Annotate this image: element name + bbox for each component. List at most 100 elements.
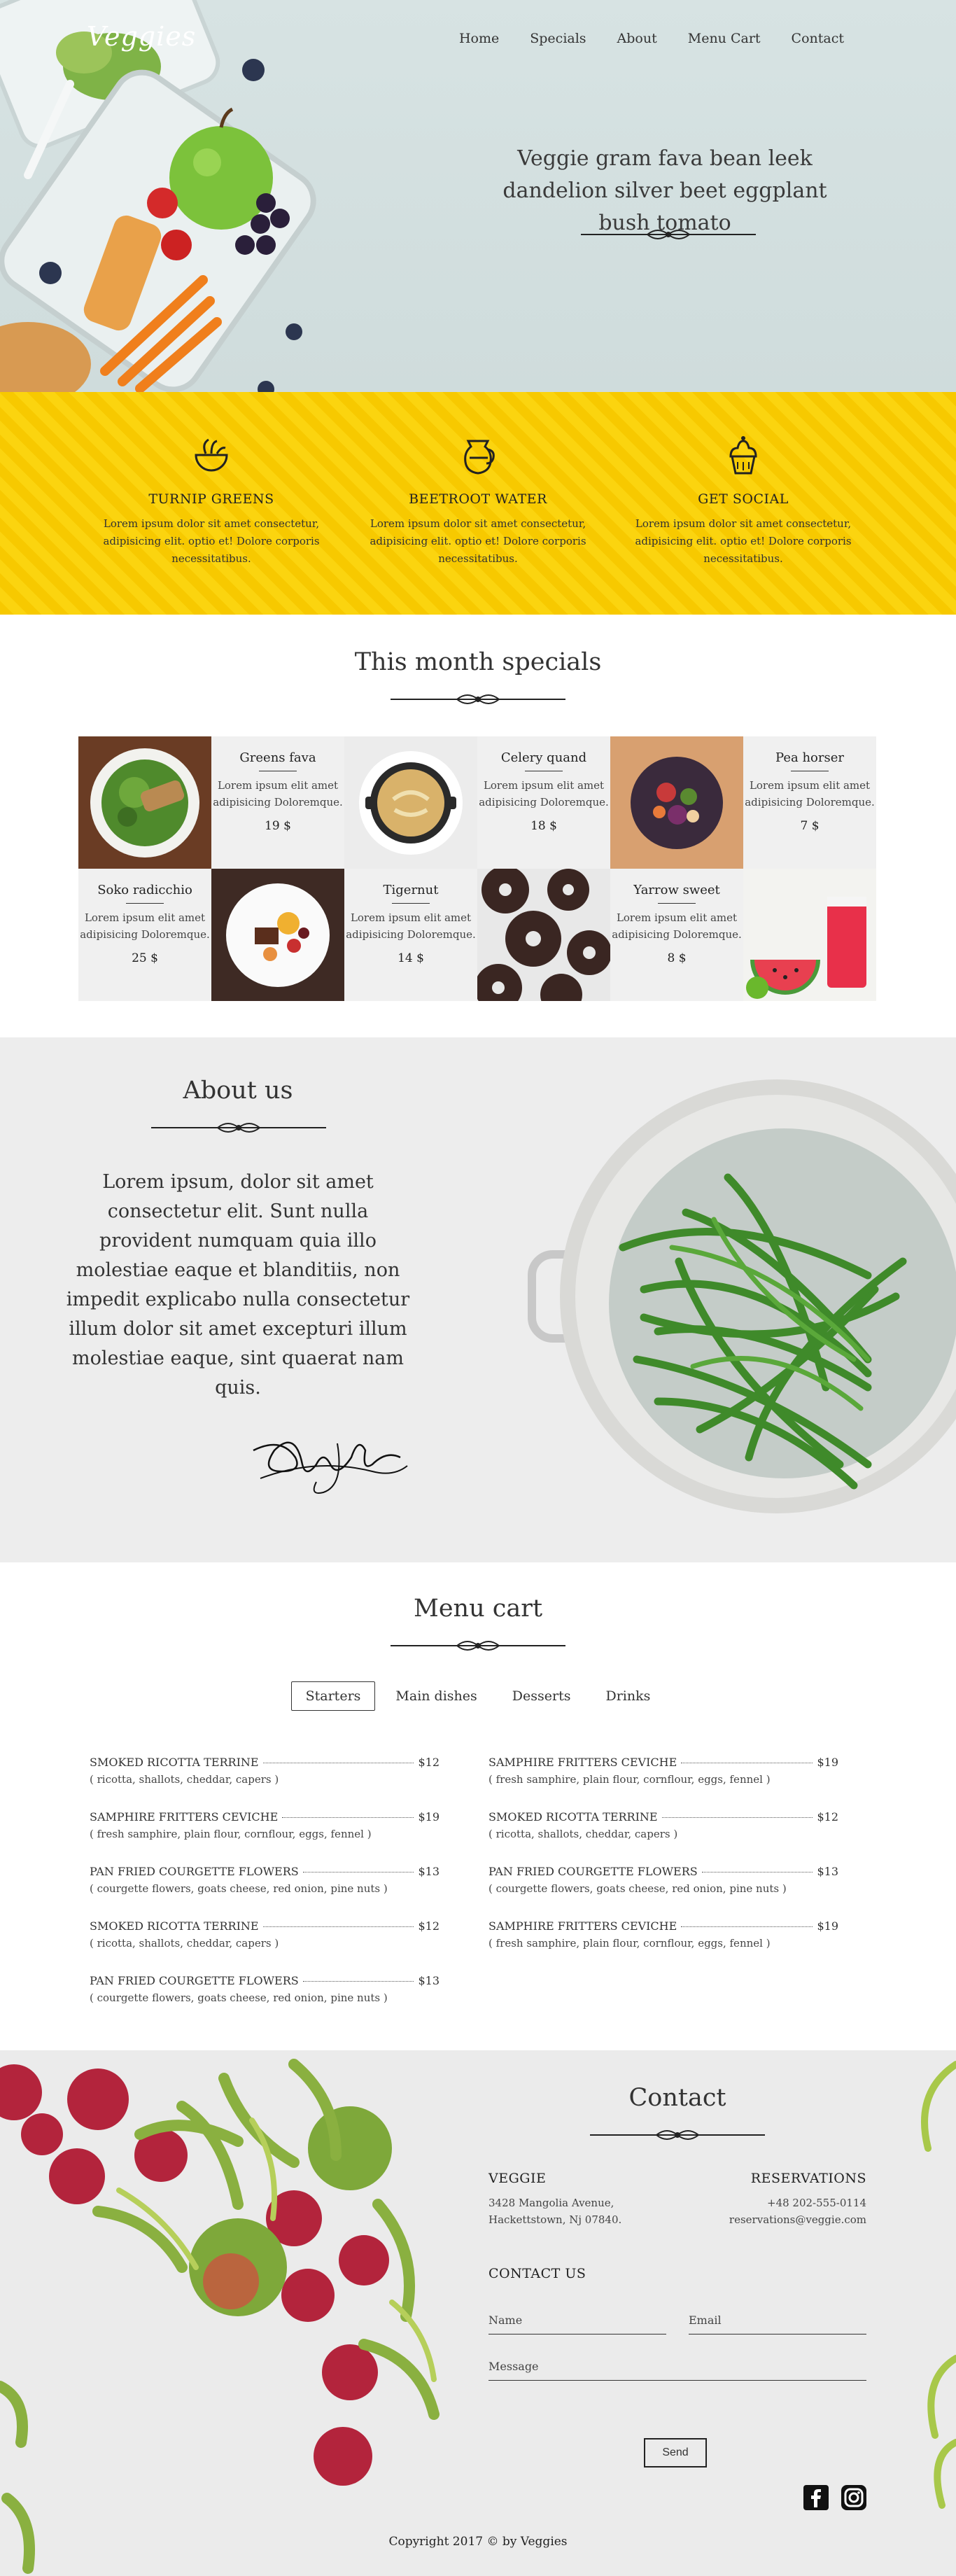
menu-item-desc: ( courgette flowers, goats cheese, red o… <box>90 1882 388 1895</box>
green-beans-colander-image <box>528 1079 956 1513</box>
special-desc: Lorem ipsum elit amet adipisicing Dolore… <box>745 779 875 808</box>
feature-title: GET SOCIAL <box>698 491 789 507</box>
special-price: 7 $ <box>800 819 820 833</box>
feature-turnip-greens: TURNIP GREENS Lorem ipsum dolor sit amet… <box>99 434 323 568</box>
special-price: 19 $ <box>265 819 291 833</box>
main-nav: Home Specials About Menu Cart Contact <box>459 31 844 46</box>
menu-item: SAMPHIRE FRITTERS CEVICHE $19 ( fresh samp… <box>90 1810 440 1840</box>
menu-item-desc: ( fresh samphire, plain flour, cornflour… <box>488 1937 771 1949</box>
about-text: Lorem ipsum, dolor sit amet consectetur … <box>66 1171 410 1399</box>
menu-item-name: SAMPHIRE FRITTERS CEVICHE <box>90 1810 279 1823</box>
special-image-watermelon-juice[interactable] <box>743 869 876 1001</box>
menu-item-price: $13 <box>817 1865 838 1878</box>
menu-item-desc: ( courgette flowers, goats cheese, red o… <box>90 1991 388 2004</box>
menu-item-desc: ( ricotta, shallots, cheddar, capers ) <box>90 1773 279 1786</box>
menu-item-name: SMOKED RICOTTA TERRINE <box>90 1919 259 1933</box>
specials-title: This month specials <box>354 648 602 676</box>
menu-item-name: SMOKED RICOTTA TERRINE <box>488 1810 658 1823</box>
menu-item: SAMPHIRE FRITTERS CEVICHE $19 ( fresh samp… <box>488 1919 838 1949</box>
special-image-dessert-plate[interactable] <box>211 869 344 1001</box>
contact-section: Contact VEGGIE 3428 Mangolia Avenue, Hac… <box>0 2050 956 2576</box>
nav-menu-cart[interactable]: Menu Cart <box>688 31 761 46</box>
special-name: Celery quand <box>500 750 587 765</box>
menu-item: SMOKED RICOTTA TERRINE $12 ( ricotta, shal… <box>90 1919 440 1949</box>
special-desc: Lorem ipsum elit amet adipisicing Dolore… <box>612 911 742 941</box>
menu-item-name: PAN FRIED COURGETTE FLOWERS <box>90 1974 299 1987</box>
special-name: Pea horser <box>775 750 844 765</box>
special-price: 14 $ <box>398 951 424 965</box>
special-name: Yarrow sweet <box>633 883 720 897</box>
hero-section: Veggies Home Specials About Menu Cart Co… <box>0 0 956 392</box>
menu-item-name: SAMPHIRE FRITTERS CEVICHE <box>488 1919 677 1933</box>
special-image-veggie-bowl[interactable] <box>610 736 743 869</box>
feature-title: TURNIP GREENS <box>148 491 274 507</box>
tab-desserts[interactable]: Desserts <box>498 1681 586 1711</box>
menu-item-desc: ( fresh samphire, plain flour, cornflour… <box>488 1773 771 1786</box>
menu-item-desc: ( ricotta, shallots, cheddar, capers ) <box>488 1828 678 1840</box>
facebook-icon[interactable] <box>803 2485 829 2510</box>
special-card-greens-fava[interactable]: Greens fava Lorem ipsum elit amet adipis… <box>211 736 344 869</box>
tab-drinks[interactable]: Drinks <box>591 1681 665 1711</box>
nav-home[interactable]: Home <box>459 31 499 46</box>
brand-logo[interactable]: Veggies <box>87 21 196 52</box>
special-card-soko-radicchio[interactable]: Soko radicchio Lorem ipsum elit amet adi… <box>78 869 211 1001</box>
reservations-email[interactable]: reservations@veggie.com <box>729 2211 866 2229</box>
menu-cart-section: Menu cart Starters Main dishes Desserts … <box>0 1562 956 2050</box>
menu-item-price: $12 <box>418 1919 440 1933</box>
ornament-divider <box>391 1641 565 1651</box>
address-line-1: 3428 Mangolia Avenue, <box>488 2197 614 2209</box>
feature-text: Lorem ipsum dolor sit amet consectetur, … <box>103 517 320 565</box>
reservations-label: RESERVATIONS <box>750 2171 866 2186</box>
menu-item: PAN FRIED COURGETTE FLOWERS $13 ( courgett… <box>488 1865 838 1895</box>
tab-main-dishes[interactable]: Main dishes <box>381 1681 491 1711</box>
special-price: 18 $ <box>530 819 557 833</box>
menu-item: SAMPHIRE FRITTERS CEVICHE $19 ( fresh samp… <box>488 1756 838 1786</box>
menu-item-price: $13 <box>418 1865 440 1878</box>
menu-tabs: Starters Main dishes Desserts Drinks <box>0 1681 956 1711</box>
menu-item-price: $19 <box>817 1756 838 1769</box>
email-field[interactable]: Email <box>689 2314 866 2334</box>
menu-item: SMOKED RICOTTA TERRINE $12 ( ricotta, shal… <box>90 1756 440 1786</box>
message-field[interactable]: Message <box>488 2360 866 2381</box>
menu-item-name: SMOKED RICOTTA TERRINE <box>90 1756 259 1769</box>
nav-specials[interactable]: Specials <box>530 31 586 46</box>
address-line-2: Hackettstown, Nj 07840. <box>488 2213 622 2226</box>
menu-title: Menu cart <box>413 1595 543 1623</box>
special-image-donuts[interactable] <box>477 869 610 1001</box>
instagram-icon[interactable] <box>841 2485 866 2510</box>
nav-contact[interactable]: Contact <box>792 31 844 46</box>
menu-item-desc: ( ricotta, shallots, cheddar, capers ) <box>90 1937 279 1949</box>
reservations-phone[interactable]: +48 202-555-0114 <box>767 2194 866 2212</box>
name-field[interactable]: Name <box>488 2314 666 2334</box>
special-desc: Lorem ipsum elit amet adipisicing Dolore… <box>213 779 343 808</box>
special-card-tigernut[interactable]: Tigernut Lorem ipsum elit amet adipisici… <box>344 869 477 1001</box>
special-image-salad[interactable] <box>78 736 211 869</box>
feature-text: Lorem ipsum dolor sit amet consectetur, … <box>635 517 852 565</box>
ornament-divider <box>151 1123 326 1133</box>
cupcake-icon <box>729 436 757 475</box>
tab-starters[interactable]: Starters <box>290 1681 376 1711</box>
ornament-divider <box>590 2130 765 2140</box>
menu-item-name: PAN FRIED COURGETTE FLOWERS <box>488 1865 698 1878</box>
features-band: TURNIP GREENS Lorem ipsum dolor sit amet… <box>0 392 956 615</box>
veggie-label: VEGGIE <box>488 2171 547 2186</box>
water-jug-icon <box>464 440 495 475</box>
menu-item-price: $12 <box>418 1756 440 1769</box>
special-image-soup-pot[interactable] <box>344 736 477 869</box>
about-section: About us Lorem ipsum, dolor sit amet con… <box>0 1037 956 1562</box>
copyright-text: Copyright 2017 © by Veggies <box>388 2535 568 2549</box>
special-price: 8 $ <box>667 951 687 965</box>
feature-beetroot-water: BEETROOT WATER Lorem ipsum dolor sit ame… <box>366 434 590 568</box>
feature-title: BEETROOT WATER <box>409 491 547 507</box>
send-button[interactable]: Send <box>644 2438 707 2468</box>
special-card-yarrow-sweet[interactable]: Yarrow sweet Lorem ipsum elit amet adipi… <box>610 869 743 1001</box>
special-card-celery-quand[interactable]: Celery quand Lorem ipsum elit amet adipi… <box>477 736 610 869</box>
special-card-pea-horser[interactable]: Pea horser Lorem ipsum elit amet adipisi… <box>743 736 876 869</box>
special-name: Soko radicchio <box>97 883 192 897</box>
salad-bowl-icon <box>195 438 228 472</box>
menu-item: PAN FRIED COURGETTE FLOWERS $13 ( courgett… <box>90 1974 440 2004</box>
special-name: Greens fava <box>239 750 316 765</box>
feature-text: Lorem ipsum dolor sit amet consectetur, … <box>370 517 586 565</box>
nav-about[interactable]: About <box>617 31 657 46</box>
menu-item-desc: ( fresh samphire, plain flour, cornflour… <box>90 1828 372 1840</box>
